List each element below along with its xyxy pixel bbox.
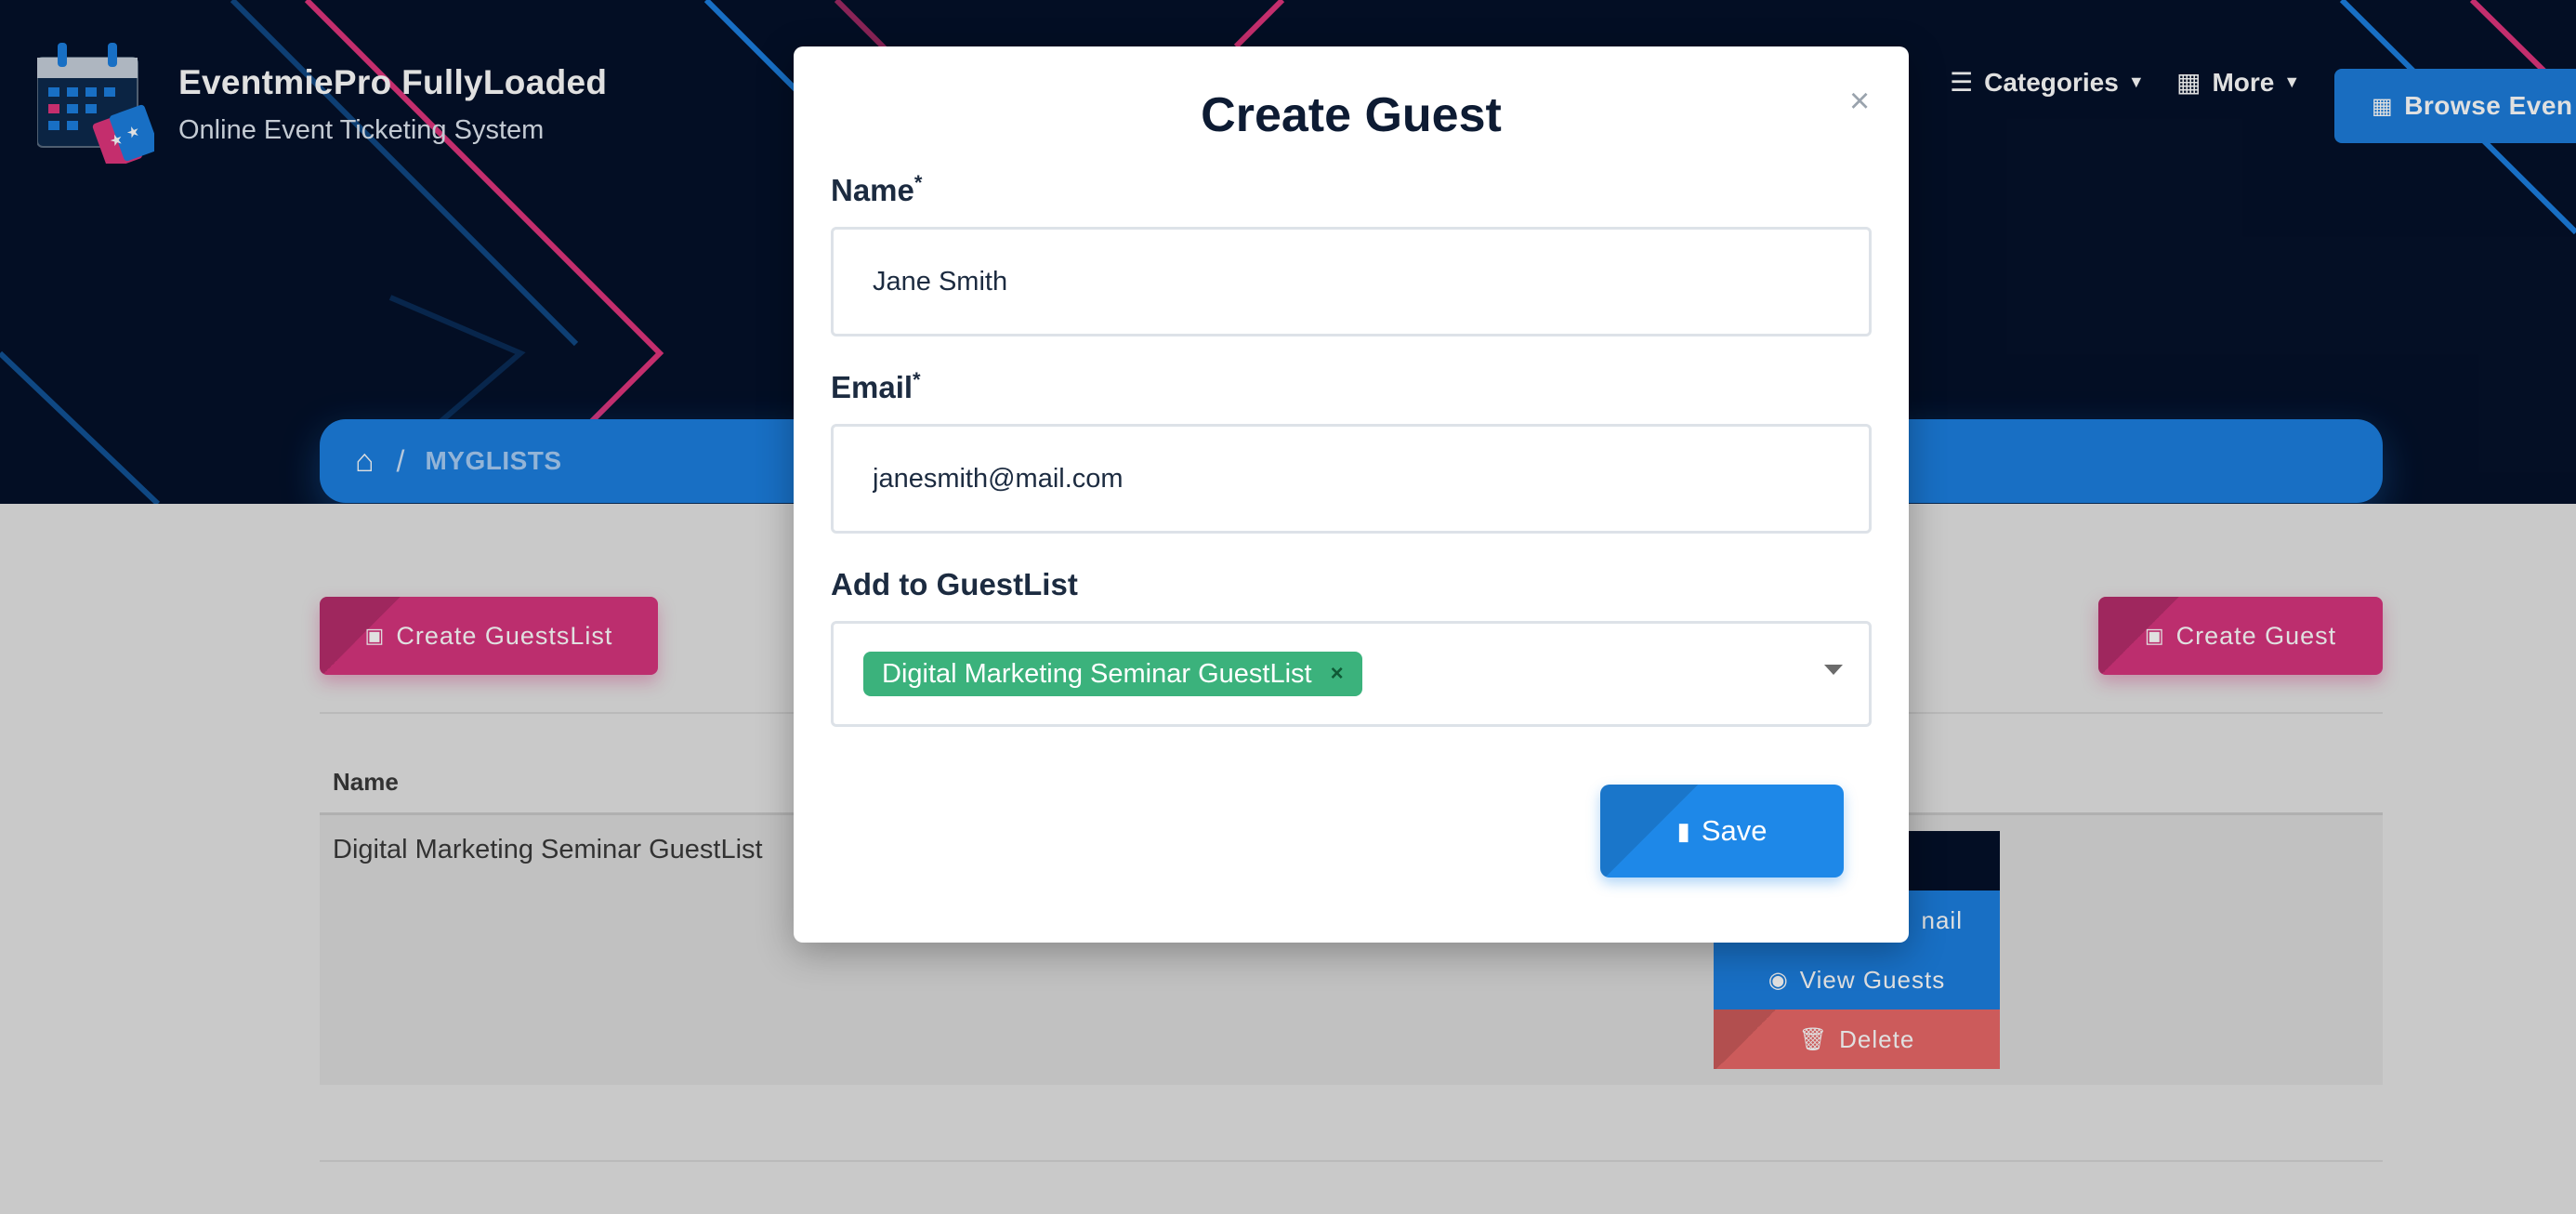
name-input[interactable] <box>831 227 1872 336</box>
name-label: Name* <box>831 171 923 207</box>
save-button-label: Save <box>1701 814 1768 847</box>
tag-remove-icon[interactable]: × <box>1331 661 1344 687</box>
chevron-down-icon[interactable] <box>1824 665 1843 675</box>
close-icon[interactable]: × <box>1849 82 1870 122</box>
selected-guestlist-label: Digital Marketing Seminar GuestList <box>882 658 1312 689</box>
save-button[interactable]: ▮ Save <box>1600 785 1844 878</box>
guestlist-select[interactable]: Digital Marketing Seminar GuestList × <box>831 621 1872 727</box>
email-input[interactable] <box>831 424 1872 534</box>
sd-card-icon: ▮ <box>1676 816 1690 845</box>
create-guest-modal: Create Guest × Name* Email* Add to Guest… <box>794 46 1909 943</box>
modal-title: Create Guest <box>1201 88 1502 142</box>
email-label: Email* <box>831 368 921 404</box>
guestlist-label: Add to GuestList <box>831 567 1078 601</box>
selected-guestlist-tag: Digital Marketing Seminar GuestList × <box>863 652 1362 696</box>
